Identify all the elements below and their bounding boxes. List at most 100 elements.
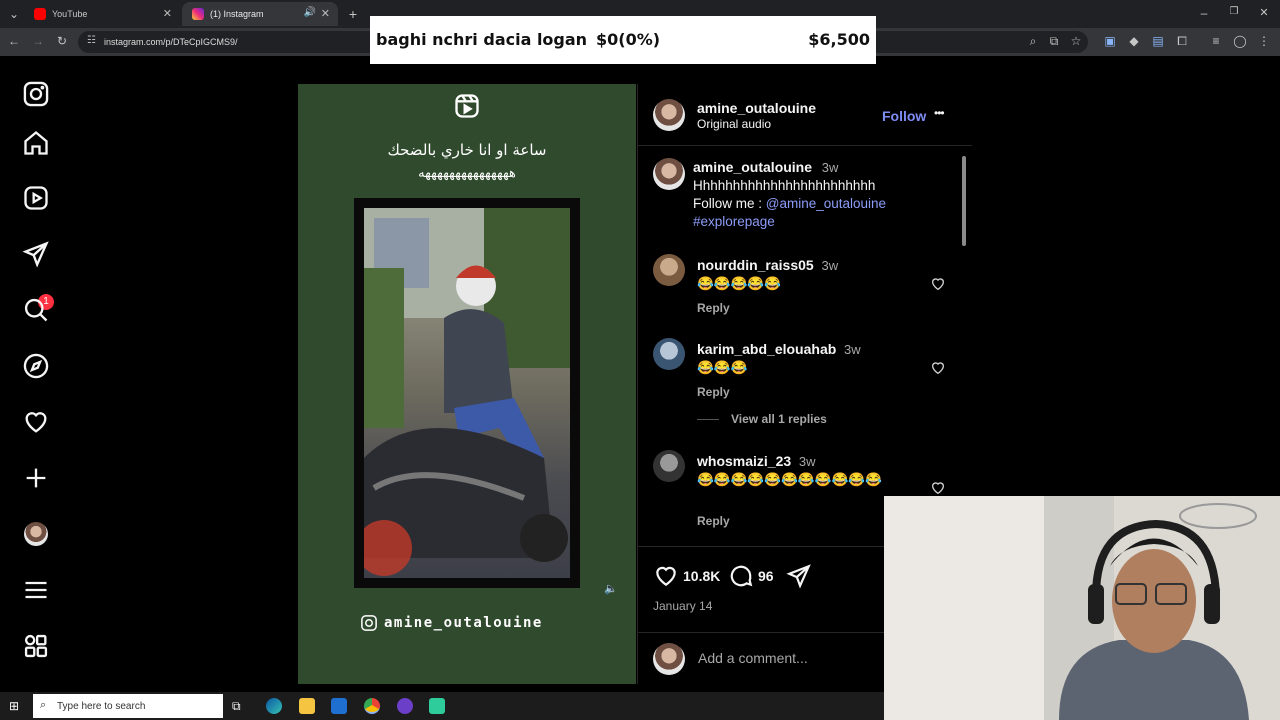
post-header: amine_outalouine Original audio Follow •… — [638, 84, 972, 146]
speaker-icon[interactable]: 🔊 — [304, 7, 316, 18]
caption-text: Hhhhhhhhhhhhhhhhhhhhhhhh — [693, 178, 876, 193]
taskbar-search-box[interactable]: ⌕ Type here to search — [33, 694, 223, 718]
url-text: instagram.com/p/DTeCpIGCMS9/ — [104, 37, 238, 47]
caption-mention-link[interactable]: @amine_outalouine — [766, 196, 886, 211]
overlay-title: ساعة او انا خاري بالضحك — [387, 141, 547, 159]
instagram-favicon-icon — [192, 8, 204, 20]
overlay-laugh: هههههههههههههههه — [418, 166, 516, 181]
extensions-puzzle-icon[interactable]: ⧠ — [1174, 34, 1190, 49]
back-icon[interactable]: ← — [6, 34, 22, 48]
comment-username[interactable]: karim_abd_elouahab — [697, 341, 836, 357]
goal-progress: $0(0%) — [596, 30, 661, 49]
commenter-avatar[interactable] — [653, 254, 685, 286]
search-icon[interactable] — [22, 296, 50, 324]
replies-divider — [697, 419, 719, 420]
tab-search-icon[interactable]: ⌄ — [6, 7, 22, 21]
close-tab-icon[interactable]: ✕ — [163, 7, 172, 20]
task-view-icon[interactable]: ⧉ — [232, 698, 248, 714]
minimize-button[interactable]: – — [1196, 6, 1212, 20]
home-icon[interactable] — [22, 129, 50, 157]
discord-app-icon[interactable] — [397, 698, 413, 714]
audio-label[interactable]: Original audio — [697, 117, 771, 131]
view-replies-button[interactable]: View all 1 replies — [731, 412, 827, 426]
microsoft-store-icon[interactable] — [331, 698, 347, 714]
profile-avatar[interactable] — [24, 522, 48, 546]
likes-count[interactable]: 10.8K — [683, 568, 720, 584]
comment-bubble-icon[interactable] — [728, 563, 754, 589]
caption-avatar[interactable] — [653, 158, 685, 190]
maximize-button[interactable]: ❐ — [1226, 6, 1242, 17]
windows-start-icon[interactable]: ⊞ — [9, 699, 23, 713]
post-date: January 14 — [653, 599, 713, 613]
cast-icon[interactable]: ⧉ — [1046, 34, 1062, 49]
reels-icon[interactable] — [22, 184, 50, 212]
current-user-avatar — [653, 643, 685, 675]
notifications-heart-icon[interactable] — [22, 408, 50, 436]
like-comment-heart-icon[interactable] — [930, 276, 946, 292]
chrome-taskbar-icon[interactable] — [364, 698, 380, 714]
profile-icon[interactable]: ◯ — [1232, 34, 1248, 48]
tab-instagram[interactable]: (1) Instagram 🔊 ✕ — [182, 2, 338, 26]
tab-label: YouTube — [52, 9, 88, 19]
watermark-handle: amine_outalouine — [384, 615, 543, 631]
share-icon[interactable] — [786, 563, 812, 589]
comments-scrollbar[interactable] — [960, 148, 968, 546]
messages-icon[interactable] — [22, 240, 50, 268]
app-icon[interactable] — [429, 698, 445, 714]
reply-button[interactable]: Reply — [697, 514, 730, 528]
streamer-webcam-image — [884, 496, 1280, 720]
goal-amount: $6,500 — [808, 30, 870, 49]
commenter-avatar[interactable] — [653, 338, 685, 370]
comment-username[interactable]: whosmaizi_23 — [697, 453, 791, 469]
reply-button[interactable]: Reply — [697, 385, 730, 399]
explore-compass-icon[interactable] — [22, 352, 50, 380]
reply-button[interactable]: Reply — [697, 301, 730, 315]
video-player[interactable] — [364, 208, 570, 578]
scrollbar-thumb[interactable] — [962, 156, 966, 246]
edge-browser-icon[interactable] — [266, 698, 282, 714]
close-tab-icon[interactable]: ✕ — [321, 7, 330, 20]
photo-extension-icon[interactable]: ▤ — [1150, 34, 1166, 48]
like-comment-heart-icon[interactable] — [930, 360, 946, 376]
webcam-overlay — [884, 496, 1280, 720]
new-tab-button[interactable]: + — [345, 6, 361, 22]
also-from-meta-icon[interactable] — [22, 632, 50, 660]
add-comment-input[interactable]: Add a comment... — [698, 650, 808, 666]
extension-icon[interactable]: ◆ — [1126, 34, 1142, 48]
follow-button[interactable]: Follow — [882, 108, 926, 124]
video-frame[interactable] — [354, 198, 580, 588]
chrome-menu-icon[interactable]: ⋮ — [1256, 34, 1272, 48]
comment-username[interactable]: nourddin_raiss05 — [697, 257, 814, 273]
reading-list-icon[interactable]: ≡ — [1208, 34, 1224, 48]
search-icon: ⌕ — [40, 699, 47, 711]
windows-taskbar: ⊞ ⌕ Type here to search ⧉ — [0, 692, 884, 720]
goal-title: baghi nchri dacia logan — [376, 30, 588, 49]
tab-youtube[interactable]: YouTube ✕ — [24, 2, 180, 26]
create-plus-icon[interactable] — [22, 464, 50, 492]
reload-icon[interactable]: ↻ — [54, 34, 70, 48]
close-window-button[interactable]: ✕ — [1256, 6, 1272, 19]
comments-count: 96 — [758, 568, 774, 584]
author-username[interactable]: amine_outalouine — [697, 100, 816, 116]
commenter-avatar[interactable] — [653, 450, 685, 482]
forward-icon[interactable]: → — [30, 34, 46, 48]
more-options-icon[interactable]: ••• — [934, 106, 945, 120]
caption-hashtag-link[interactable]: #explorepage — [693, 214, 775, 229]
like-comment-heart-icon[interactable] — [930, 480, 946, 496]
like-heart-icon[interactable] — [653, 563, 679, 589]
file-explorer-icon[interactable] — [299, 698, 315, 714]
comments-list[interactable]: amine_outalouine 3w Hhhhhhhhhhhhhhhhhhhh… — [638, 146, 972, 546]
translate-extension-icon[interactable]: ▣ — [1102, 34, 1118, 48]
caption-username[interactable]: amine_outalouine — [693, 159, 812, 175]
comment-text: 😂😂😂 — [697, 360, 748, 375]
instagram-logo-icon[interactable] — [22, 80, 50, 108]
site-info-icon[interactable]: ☷ — [87, 35, 96, 46]
comment-text: 😂😂😂😂😂 — [697, 276, 782, 291]
author-avatar[interactable] — [653, 99, 685, 131]
zoom-icon[interactable]: ⌕ — [1025, 34, 1041, 49]
mute-toggle-icon[interactable]: 🔈 — [604, 582, 618, 595]
bookmark-star-icon[interactable]: ☆ — [1068, 34, 1084, 48]
post-media[interactable]: ساعة او انا خاري بالضحك هههههههههههههههه… — [298, 84, 636, 684]
comment-time: 3w — [798, 454, 816, 469]
more-menu-icon[interactable] — [22, 576, 50, 604]
